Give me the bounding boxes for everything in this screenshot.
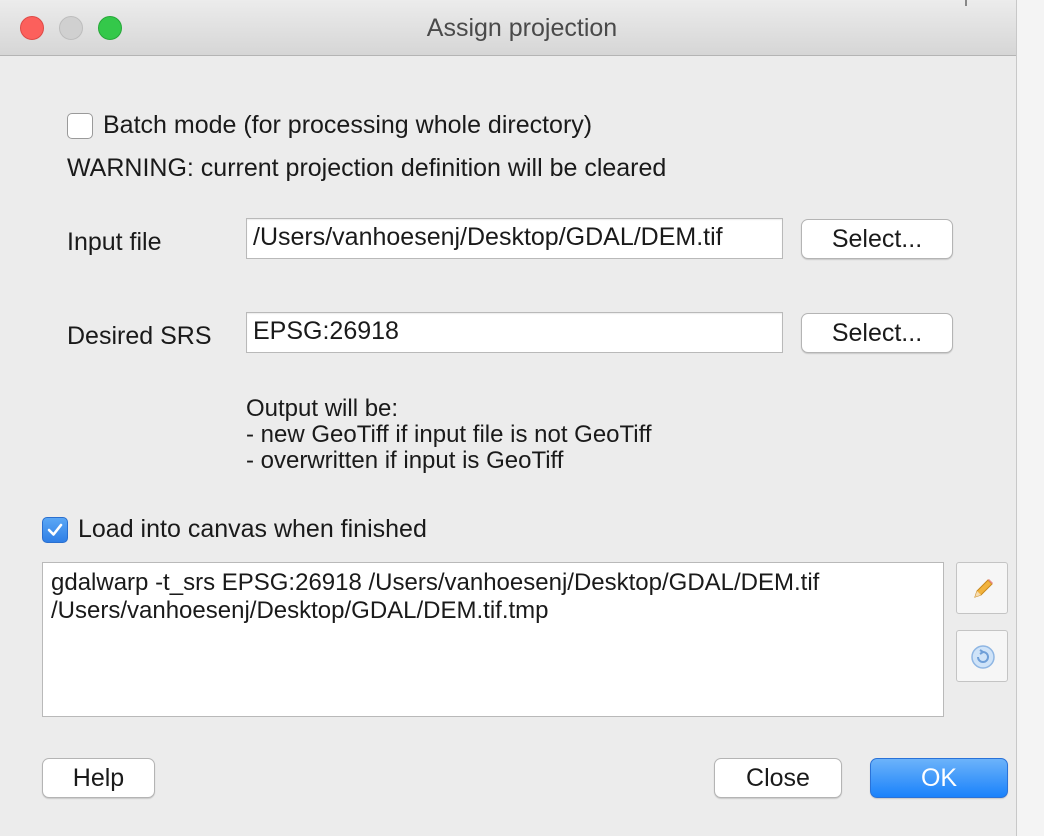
input-file-label: Input file <box>67 228 162 256</box>
command-textarea[interactable]: gdalwarp -t_srs EPSG:26918 /Users/vanhoe… <box>42 562 944 717</box>
desired-srs-select-button[interactable]: Select... <box>801 313 953 353</box>
load-canvas-checkbox[interactable] <box>42 517 68 543</box>
window-title: Assign projection <box>426 14 618 42</box>
command-line: /Users/vanhoesenj/Desktop/GDAL/DEM.tif.t… <box>51 597 549 624</box>
background-window-edge <box>965 0 1044 836</box>
desired-srs-label: Desired SRS <box>67 322 212 350</box>
ok-button[interactable]: OK <box>870 758 1008 798</box>
output-note-line: - new GeoTiff if input file is not GeoTi… <box>246 421 652 448</box>
desired-srs-field[interactable]: EPSG:26918 <box>246 312 783 353</box>
input-file-select-button[interactable]: Select... <box>801 219 953 259</box>
batch-mode-checkbox[interactable] <box>67 113 93 139</box>
warning-text: WARNING: current projection definition w… <box>67 154 667 182</box>
load-canvas-label: Load into canvas when finished <box>78 515 427 543</box>
reset-command-button[interactable] <box>956 630 1008 682</box>
edit-command-button[interactable] <box>956 562 1008 614</box>
checkmark-icon <box>47 523 63 536</box>
reset-icon <box>971 645 995 669</box>
output-note-line: Output will be: <box>246 395 399 422</box>
output-note: Output will be: - new GeoTiff if input f… <box>246 396 652 474</box>
help-button[interactable]: Help <box>42 758 155 798</box>
title-bar: Assign projection <box>0 0 1044 56</box>
batch-mode-label: Batch mode (for processing whole directo… <box>103 111 593 139</box>
close-button[interactable]: Close <box>714 758 842 798</box>
input-file-field[interactable]: /Users/vanhoesenj/Desktop/GDAL/DEM.tif <box>246 218 783 259</box>
pencil-icon <box>974 579 993 598</box>
output-note-line: - overwritten if input is GeoTiff <box>246 447 564 474</box>
command-line: gdalwarp -t_srs EPSG:26918 /Users/vanhoe… <box>51 569 820 596</box>
